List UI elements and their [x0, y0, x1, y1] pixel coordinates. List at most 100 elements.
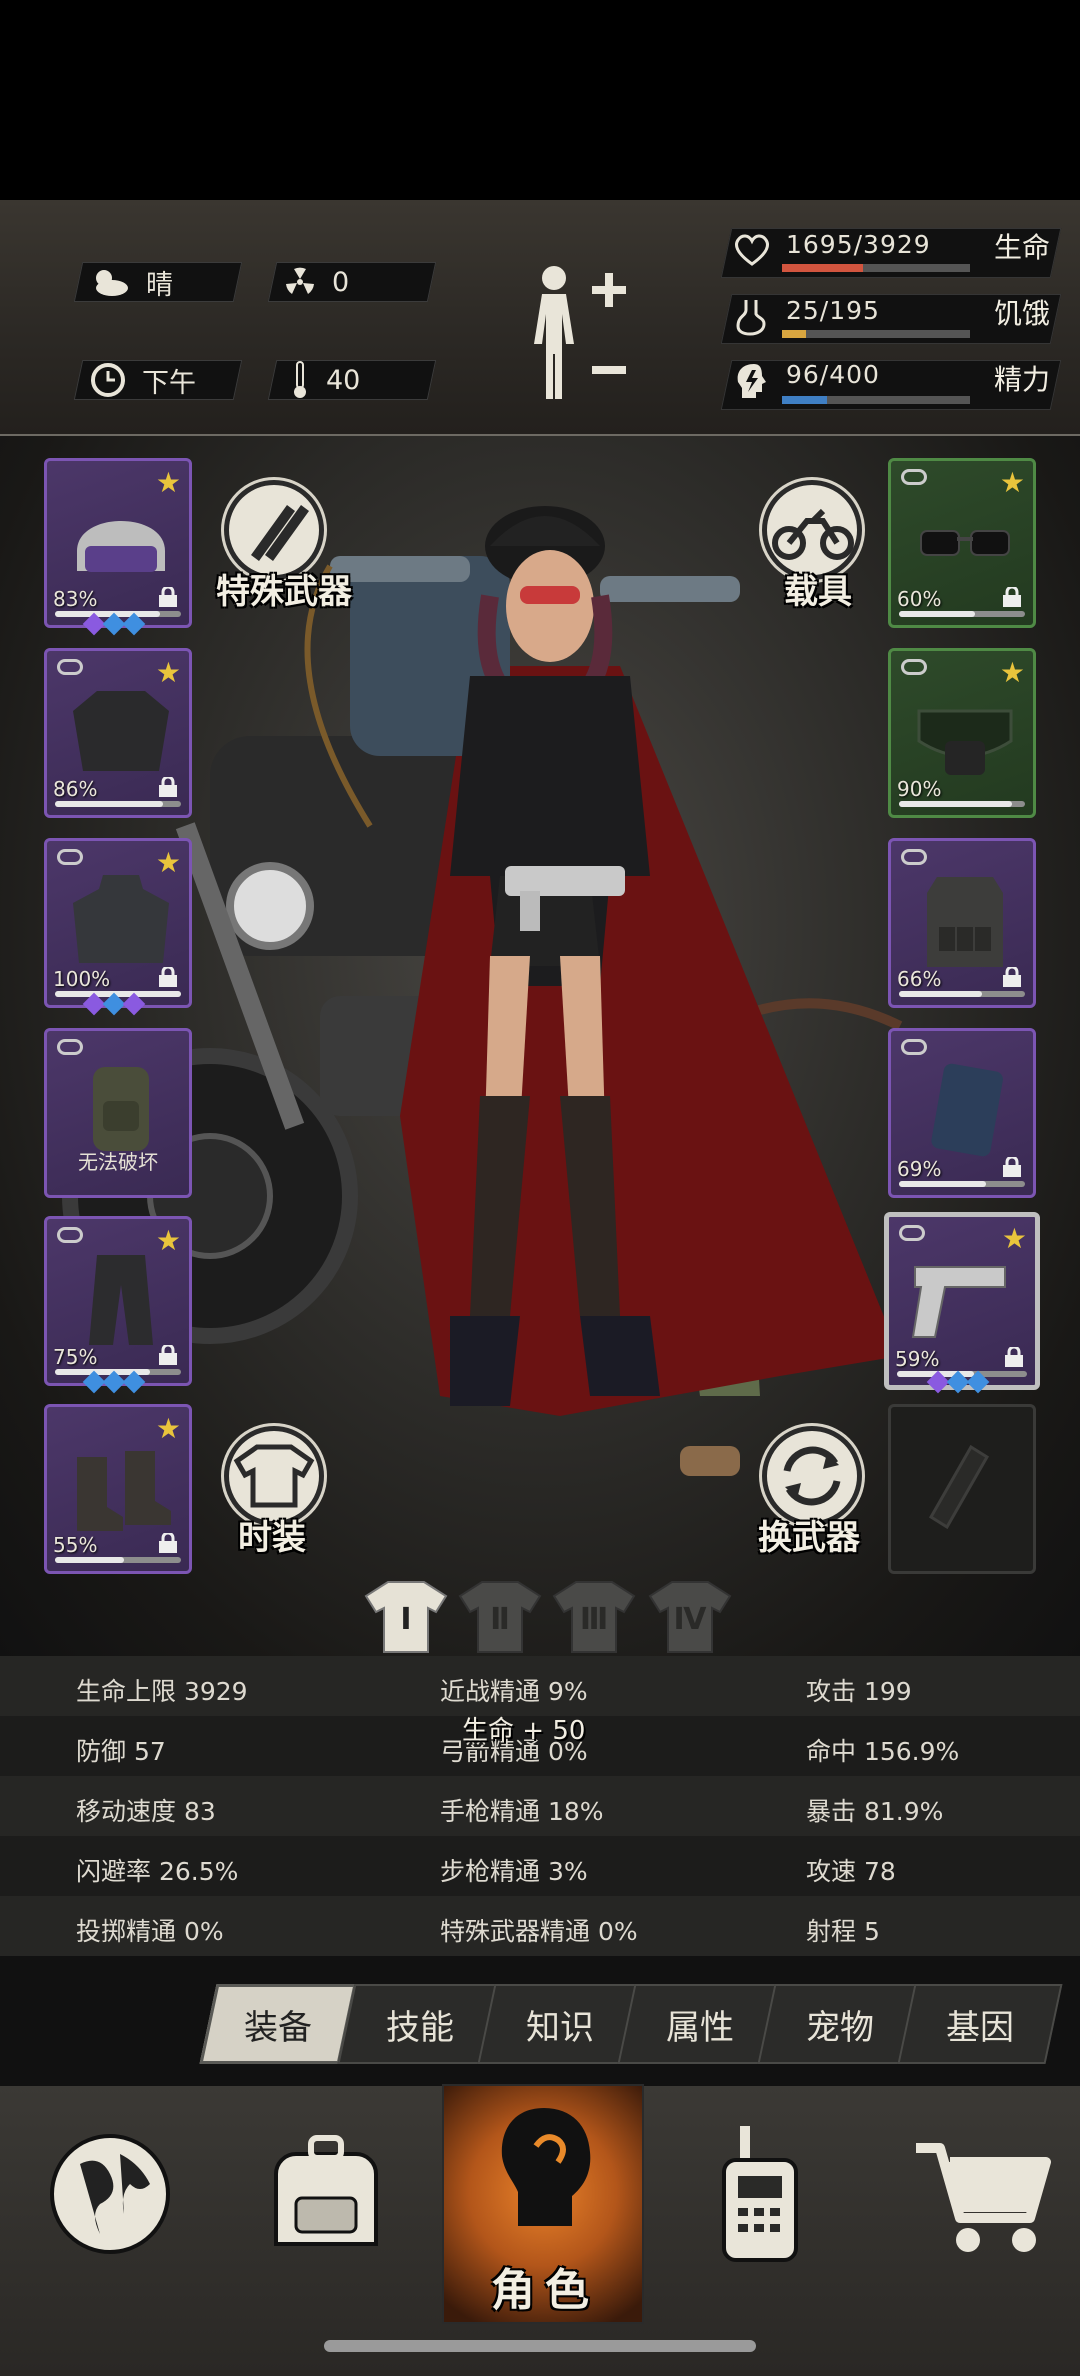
lock-icon [1005, 1347, 1023, 1367]
walkie-talkie-icon [722, 2126, 798, 2262]
lock-icon [159, 1345, 177, 1365]
energy-label: 精力 [994, 363, 1051, 396]
outfit-tab-1[interactable]: Ⅰ [362, 1578, 450, 1656]
link-icon [57, 1227, 83, 1243]
stat-attack: 攻击 199 [806, 1677, 912, 1706]
stat-dodge: 闪避率 26.5% [76, 1857, 239, 1886]
indestructible-label: 无法破坏 [78, 1150, 158, 1174]
link-icon [901, 1039, 927, 1055]
gem-sockets [82, 1370, 146, 1394]
durability-fill [899, 801, 1013, 807]
hunger-text: 25/195 [786, 296, 880, 325]
swap-weapon-label: 换武器 [758, 1518, 860, 1558]
equip-slot-top[interactable]: ★ 86% [44, 648, 192, 818]
gem-socket [966, 1370, 990, 1394]
durability-text: 59% [895, 1347, 940, 1371]
tab-skills-label: 技能 [386, 2008, 454, 2048]
lock-icon [1003, 587, 1021, 607]
status-header: 晴 0 下午 40 1695/3929 生命 25/195 饥饿 96/400 … [0, 200, 1080, 436]
section-tab-bar: 装备 技能 知识 属性 宠物 基因 [0, 1956, 1080, 2086]
jacket-icon [73, 691, 169, 771]
stat-max-health: 生命上限 3929 [76, 1677, 248, 1706]
outfit-tab-3[interactable]: Ⅲ [550, 1578, 638, 1656]
attributes-row: 生命上限 3929 近战精通 9% 攻击 199 [0, 1656, 1080, 1716]
rockets-icon [251, 505, 309, 561]
equip-slot-pants[interactable]: ★ 75% [44, 1216, 192, 1386]
health-text: 1695/3929 [786, 230, 931, 259]
tactical-vest-icon [927, 877, 1003, 967]
stat-move-speed: 移动速度 83 [76, 1797, 216, 1826]
lock-icon [1003, 967, 1021, 987]
stat-bonus-popup: 生命 + 50 [462, 1716, 586, 1746]
attributes-row: 移动速度 83 手枪精通 18% 暴击 81.9% [0, 1776, 1080, 1836]
link-icon [901, 659, 927, 675]
stat-range: 射程 5 [806, 1917, 880, 1946]
equip-slot-accessory[interactable]: 69% [888, 1028, 1036, 1198]
durability-fill [899, 991, 983, 997]
outfit-tab-4[interactable]: Ⅳ [646, 1578, 734, 1656]
outfit-number: Ⅱ [490, 1602, 510, 1637]
home-indicator[interactable] [324, 2340, 756, 2352]
inventory-button[interactable] [256, 2124, 396, 2264]
character-nav-label: 角色 [491, 2265, 599, 2316]
durability-bar [899, 991, 1025, 997]
link-icon [901, 469, 927, 485]
energy-track [782, 396, 970, 404]
shopping-cart-icon [916, 2143, 1051, 2252]
gem-sockets [926, 1370, 990, 1394]
bottle-placeholder-icon [928, 1444, 990, 1530]
character-head-icon [501, 2108, 591, 2226]
hunger-label: 饥饿 [994, 297, 1051, 330]
character-nav-button[interactable]: 角色 [442, 2084, 644, 2324]
equip-slot-secondary-empty[interactable] [888, 1404, 1036, 1574]
boots-icon [77, 1451, 171, 1531]
durability-text: 86% [53, 777, 98, 801]
stat-attack-speed: 攻速 78 [806, 1857, 896, 1886]
lock-icon [1003, 1157, 1021, 1177]
stomach-icon [736, 300, 766, 336]
pistol-icon [911, 1266, 1006, 1338]
durability-text: 55% [53, 1533, 98, 1557]
gem-sockets [82, 612, 146, 636]
lock-icon [159, 777, 177, 797]
attributes-row: 投掷精通 0% 特殊武器精通 0% 射程 5 [0, 1896, 1080, 1956]
equip-slot-boots[interactable]: ★ 55% [44, 1404, 192, 1574]
energy-text: 96/400 [786, 360, 880, 389]
cloudy-sun-icon [96, 270, 128, 296]
equip-slot-backpack[interactable]: 无法破坏 [44, 1028, 192, 1198]
durability-text: 83% [53, 587, 98, 611]
shield-pouch-icon [931, 1063, 1003, 1157]
durability-text: 75% [53, 1345, 98, 1369]
durability-fill [899, 1181, 986, 1187]
stat-rifle-mastery: 步枪精通 3% [440, 1857, 588, 1886]
hooded-jacket-icon [73, 875, 169, 963]
durability-bar [55, 801, 181, 807]
hunger-fill [782, 330, 807, 338]
cargo-pants-icon [89, 1255, 153, 1345]
durability-text: 90% [897, 777, 942, 801]
equip-slot-eyewear[interactable]: ★ 60% [888, 458, 1036, 628]
equip-slot-helmet[interactable]: ★ 83% [44, 458, 192, 628]
equip-slot-vest[interactable]: 66% [888, 838, 1036, 1008]
link-icon [57, 849, 83, 865]
world-map-button[interactable] [40, 2124, 180, 2264]
hunger-track [782, 330, 970, 338]
equip-slot-outerwear[interactable]: ★ 100% [44, 838, 192, 1008]
special-weapon-label: 特殊武器 [216, 572, 352, 612]
shop-button[interactable] [906, 2128, 1056, 2268]
thermometer-icon [294, 361, 306, 398]
link-icon [57, 659, 83, 675]
swap-arrows-icon [783, 1446, 841, 1506]
radio-button[interactable] [690, 2120, 830, 2270]
backpack-icon [274, 2135, 378, 2246]
body-status-button[interactable] [520, 256, 640, 406]
outfit-tab-2[interactable]: Ⅱ [456, 1578, 544, 1656]
equip-slot-mask[interactable]: ★ 90% [888, 648, 1036, 818]
globe-icon [50, 2134, 170, 2254]
durability-text: 60% [897, 587, 942, 611]
link-icon [899, 1225, 925, 1241]
equip-slot-weapon[interactable]: ★ 59% [884, 1212, 1040, 1390]
tab-pets-label: 宠物 [806, 2008, 874, 2048]
durability-bar [899, 801, 1025, 807]
top-blank-area [0, 0, 1080, 200]
